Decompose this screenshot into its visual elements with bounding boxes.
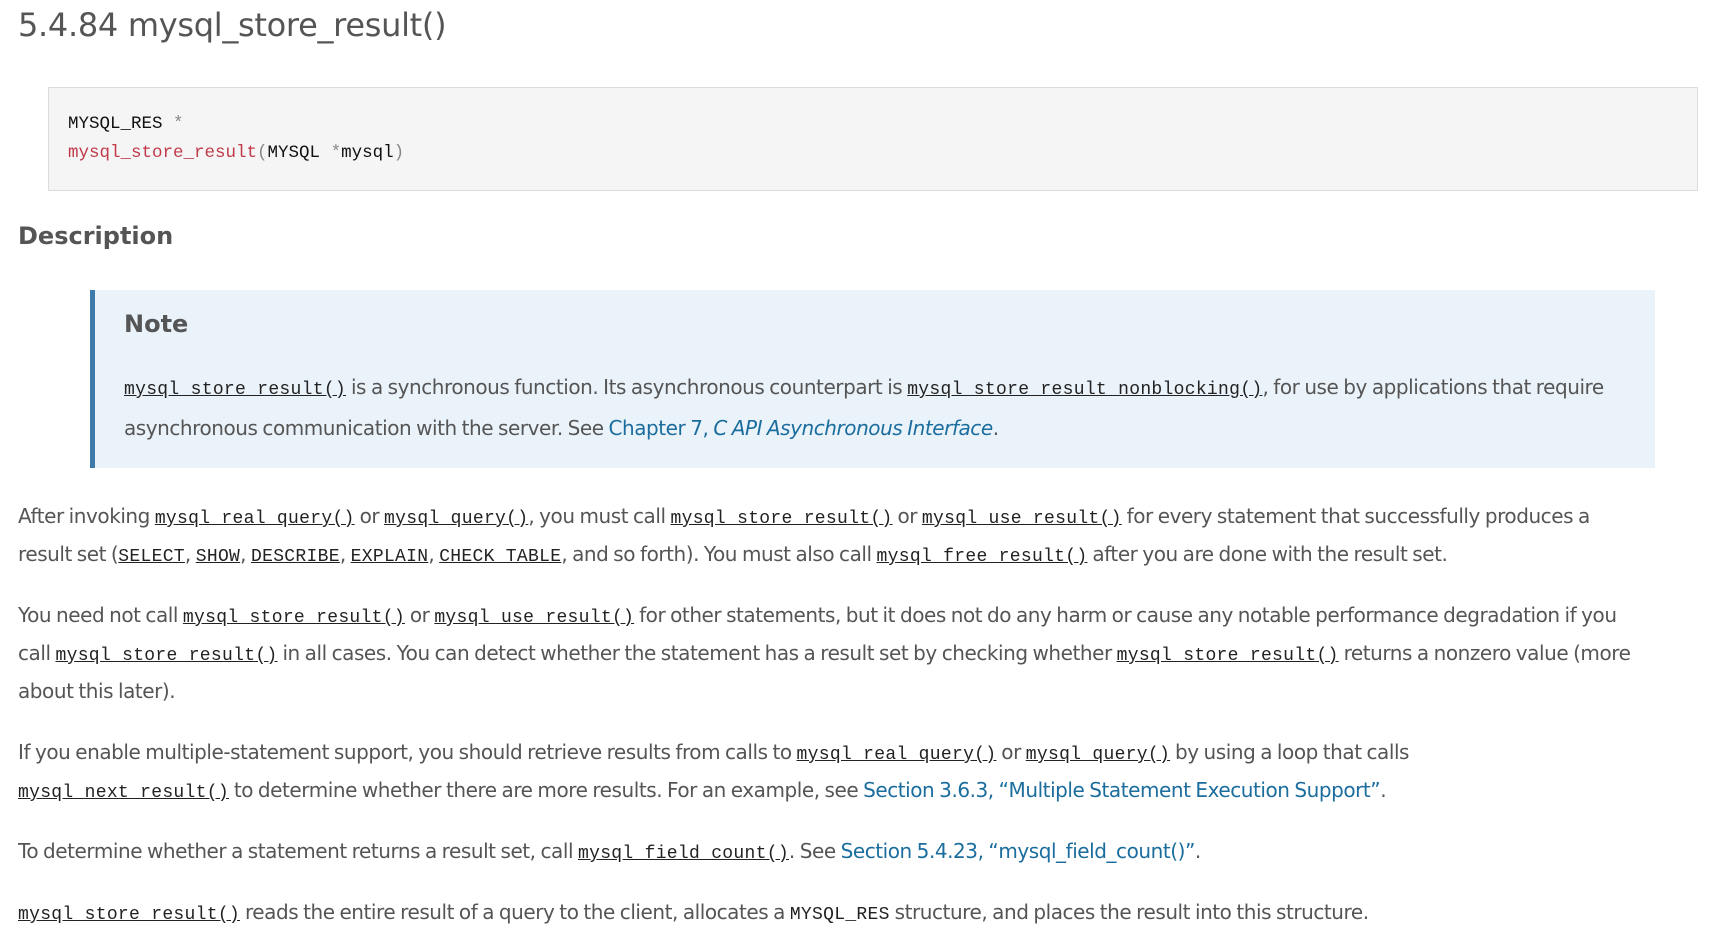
text: or: [892, 504, 922, 528]
code-link[interactable]: EXPLAIN: [351, 547, 429, 567]
note-box: Note mysql_store_result() is a synchrono…: [90, 290, 1655, 468]
code-link[interactable]: mysql_store_result(): [55, 646, 277, 666]
section-link[interactable]: Section 5.4.23, “mysql_field_count()”: [841, 839, 1196, 863]
code-link[interactable]: mysql_store_result_nonblocking(): [907, 380, 1262, 400]
text: , you must call: [528, 504, 671, 528]
code-link[interactable]: mysql_real_query(): [155, 509, 355, 529]
code-link[interactable]: SHOW: [196, 547, 240, 567]
text: returns a nonzero value (more: [1338, 641, 1631, 665]
text: ,: [339, 542, 351, 566]
description-heading: Description: [18, 222, 174, 250]
section-link[interactable]: Section 3.6.3, “Multiple Statement Execu…: [863, 778, 1381, 802]
param-name: mysql: [341, 143, 394, 163]
text: call: [18, 641, 56, 665]
note-text-part: .: [992, 416, 999, 440]
synopsis-line-2: mysql_store_result(MYSQL *mysql): [68, 139, 1697, 168]
close-paren: ): [393, 143, 405, 163]
text: result set (: [18, 542, 119, 566]
text: about this later).: [18, 679, 176, 703]
paragraph-line: mysql_store_result() reads the entire re…: [18, 893, 1708, 928]
code-link[interactable]: mysql_next_result(): [18, 783, 229, 803]
text: ,: [240, 542, 251, 566]
synopsis-line-1: MYSQL_RES *: [68, 110, 1697, 139]
text: .: [1380, 778, 1387, 802]
text: by using a loop that calls: [1170, 740, 1410, 764]
code-link[interactable]: mysql_store_result(): [670, 509, 892, 529]
paragraph-line: If you enable multiple-statement support…: [18, 733, 1708, 774]
note-title: Note: [124, 310, 189, 338]
link-text: Chapter 7,: [608, 416, 714, 440]
text: structure, and places the result into th…: [889, 900, 1369, 924]
text: If you enable multiple-statement support…: [18, 740, 797, 764]
paragraph-line: After invoking mysql_real_query() or mys…: [18, 497, 1708, 538]
code-link[interactable]: mysql_store_result(): [124, 380, 346, 400]
return-type: MYSQL_RES: [68, 114, 163, 134]
code-link[interactable]: mysql_query(): [384, 509, 528, 529]
code-link[interactable]: mysql_real_query(): [797, 745, 997, 765]
note-text: mysql_store_result() is a synchronous fu…: [124, 368, 1639, 447]
code-link[interactable]: mysql_store_result(): [183, 608, 405, 628]
code-literal: MYSQL_RES: [789, 905, 890, 925]
code-link[interactable]: mysql_field_count(): [578, 844, 789, 864]
code-link[interactable]: mysql_store_result(): [1117, 646, 1339, 666]
open-paren: (: [257, 143, 268, 163]
text: , and so forth). You must also call: [561, 542, 877, 566]
text: . See: [788, 839, 841, 863]
code-link[interactable]: mysql_use_result(): [922, 509, 1122, 529]
text: for other statements, but it does not do…: [634, 603, 1617, 627]
text: You need not call: [18, 603, 183, 627]
function-synopsis: MYSQL_RES * mysql_store_result(MYSQL *my…: [48, 87, 1698, 191]
code-link[interactable]: mysql_store_result(): [18, 905, 240, 925]
code-link[interactable]: CHECK TABLE: [439, 547, 561, 567]
text: To determine whether a statement returns…: [18, 839, 578, 863]
code-link[interactable]: SELECT: [118, 547, 185, 567]
function-name: mysql_store_result: [68, 143, 258, 163]
text: .: [1194, 839, 1201, 863]
paragraph-line: about this later).: [18, 672, 1708, 710]
text: or: [354, 504, 385, 528]
text: or: [996, 740, 1026, 764]
text: to determine whether there are more resu…: [228, 778, 864, 802]
code-link[interactable]: DESCRIBE: [251, 547, 340, 567]
text: reads the entire result of a query to th…: [240, 900, 790, 924]
text: ,: [428, 542, 440, 566]
code-link[interactable]: mysql_use_result(): [434, 608, 634, 628]
paragraph-line: To determine whether a statement returns…: [18, 832, 1708, 873]
paragraph-line: result set (SELECT, SHOW, DESCRIBE, EXPL…: [18, 535, 1708, 576]
param-star: *: [330, 143, 342, 163]
text: or: [404, 603, 435, 627]
paragraph-line: You need not call mysql_store_result() o…: [18, 596, 1708, 637]
code-link[interactable]: mysql_free_result(): [877, 547, 1088, 567]
text: in all cases. You can detect whether the…: [277, 641, 1117, 665]
text: After invoking: [18, 504, 155, 528]
param-type: MYSQL: [267, 143, 321, 163]
text: for every statement that successfully pr…: [1121, 504, 1591, 528]
code-link[interactable]: mysql_query(): [1026, 745, 1170, 765]
doc-page: 5.4.84 mysql_store_result() MYSQL_RES * …: [0, 0, 1716, 928]
note-text-part: is a synchronous function. Its asynchron…: [346, 375, 908, 399]
paragraph-line: call mysql_store_result() in all cases. …: [18, 634, 1708, 675]
pointer-star: *: [173, 114, 184, 134]
paragraph-line: mysql_next_result() to determine whether…: [18, 771, 1708, 812]
link-text-italic: C API Asynchronous Interface: [713, 416, 993, 440]
page-title: 5.4.84 mysql_store_result(): [18, 6, 447, 44]
text: after you are done with the result set.: [1087, 542, 1448, 566]
chapter-link[interactable]: Chapter 7, C API Asynchronous Interface: [608, 416, 994, 440]
text: ,: [184, 542, 196, 566]
